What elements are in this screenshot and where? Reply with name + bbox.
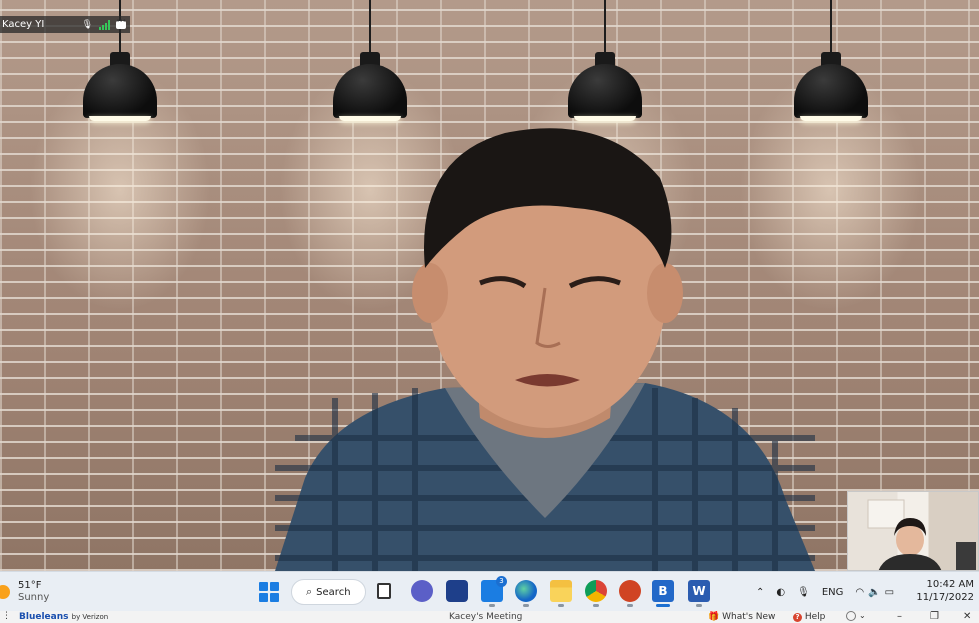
sun-icon [0, 585, 10, 599]
edge-browser-icon[interactable] [515, 580, 537, 602]
running-indicator [489, 604, 495, 607]
brand-suffix: by Verizon [71, 613, 109, 621]
whats-new-button[interactable]: 🎁 What's New [708, 612, 775, 622]
weather-widget[interactable]: 51°F Sunny [0, 578, 49, 606]
chat-icon[interactable] [116, 17, 126, 29]
app-brand: Blueleans by Verizon [19, 612, 108, 622]
participant-video [275, 128, 815, 571]
chevron-up-icon[interactable]: ⌃ [756, 587, 764, 598]
store-icon[interactable] [446, 580, 468, 602]
microphone-tray-icon[interactable]: 🎙 [797, 587, 810, 598]
volume-icon[interactable]: 🔈 [868, 587, 880, 598]
system-tray: ⌃ ◐ 🎙 ENG ◠ 🔈 ▭ [756, 578, 906, 606]
mail-icon[interactable]: 3 [481, 576, 507, 602]
participant-name-tag: Kacey YI 🎙 [0, 16, 130, 33]
running-indicator [627, 604, 633, 607]
language-indicator[interactable]: ENG [822, 587, 844, 598]
running-indicator [558, 604, 564, 607]
windows-taskbar: 51°F Sunny ⌕ Search 3 B W ⌃ ◐ 🎙 ENG ◠ 🔈 … [0, 571, 979, 611]
teams-tray-icon[interactable]: ◐ [776, 587, 785, 598]
search-icon: ⌕ [306, 585, 313, 598]
windows-start-icon[interactable] [259, 582, 279, 602]
active-indicator [656, 604, 670, 607]
microphone-icon: 🎙 [81, 19, 93, 30]
app-title-bar: ⋮ Blueleans by Verizon Kacey's Meeting 🎁… [0, 611, 979, 623]
wifi-icon[interactable]: ◠ [855, 587, 864, 598]
whats-new-label: What's New [722, 612, 776, 622]
help-button[interactable]: ? Help [793, 612, 825, 622]
minimize-icon[interactable]: – [897, 611, 902, 622]
restore-icon[interactable]: ❐ [930, 611, 939, 622]
task-view-icon[interactable] [377, 583, 391, 599]
bluejeans-icon[interactable]: B [652, 580, 674, 602]
main-video-feed: Kacey YI 🎙 [0, 0, 979, 571]
chevron-down-icon[interactable]: ⌄ [859, 611, 866, 620]
chrome-icon[interactable] [585, 580, 607, 602]
running-indicator [593, 604, 599, 607]
weather-temperature: 51°F [18, 580, 42, 591]
window-title: Kacey's Meeting [449, 612, 523, 622]
clock-time: 10:42 AM [926, 579, 974, 590]
menu-icon[interactable]: ⋮ [2, 611, 11, 621]
word-icon[interactable]: W [688, 580, 710, 602]
clock-date: 11/17/2022 [916, 592, 974, 603]
search-button[interactable]: ⌕ Search [291, 579, 366, 605]
search-label: Search [316, 586, 351, 598]
self-view-person [867, 499, 976, 570]
battery-icon[interactable]: ▭ [885, 587, 894, 598]
gift-icon: 🎁 [708, 612, 720, 622]
clock[interactable]: 10:42 AM 11/17/2022 [916, 578, 974, 604]
running-indicator [523, 604, 529, 607]
powerpoint-icon[interactable] [619, 580, 641, 602]
help-icon: ? [793, 613, 802, 622]
self-view-video[interactable] [847, 491, 979, 571]
mail-badge: 3 [496, 576, 507, 587]
teams-chat-icon[interactable] [411, 580, 433, 602]
weather-description: Sunny [18, 592, 50, 603]
participant-name: Kacey YI [2, 19, 45, 30]
avatar[interactable] [846, 611, 856, 621]
help-label: Help [804, 612, 826, 622]
close-icon[interactable]: ✕ [963, 611, 971, 622]
running-indicator [696, 604, 702, 607]
signal-bars-icon [99, 19, 110, 30]
brand-name: Blueleans [19, 612, 69, 622]
file-explorer-icon[interactable] [550, 580, 572, 602]
